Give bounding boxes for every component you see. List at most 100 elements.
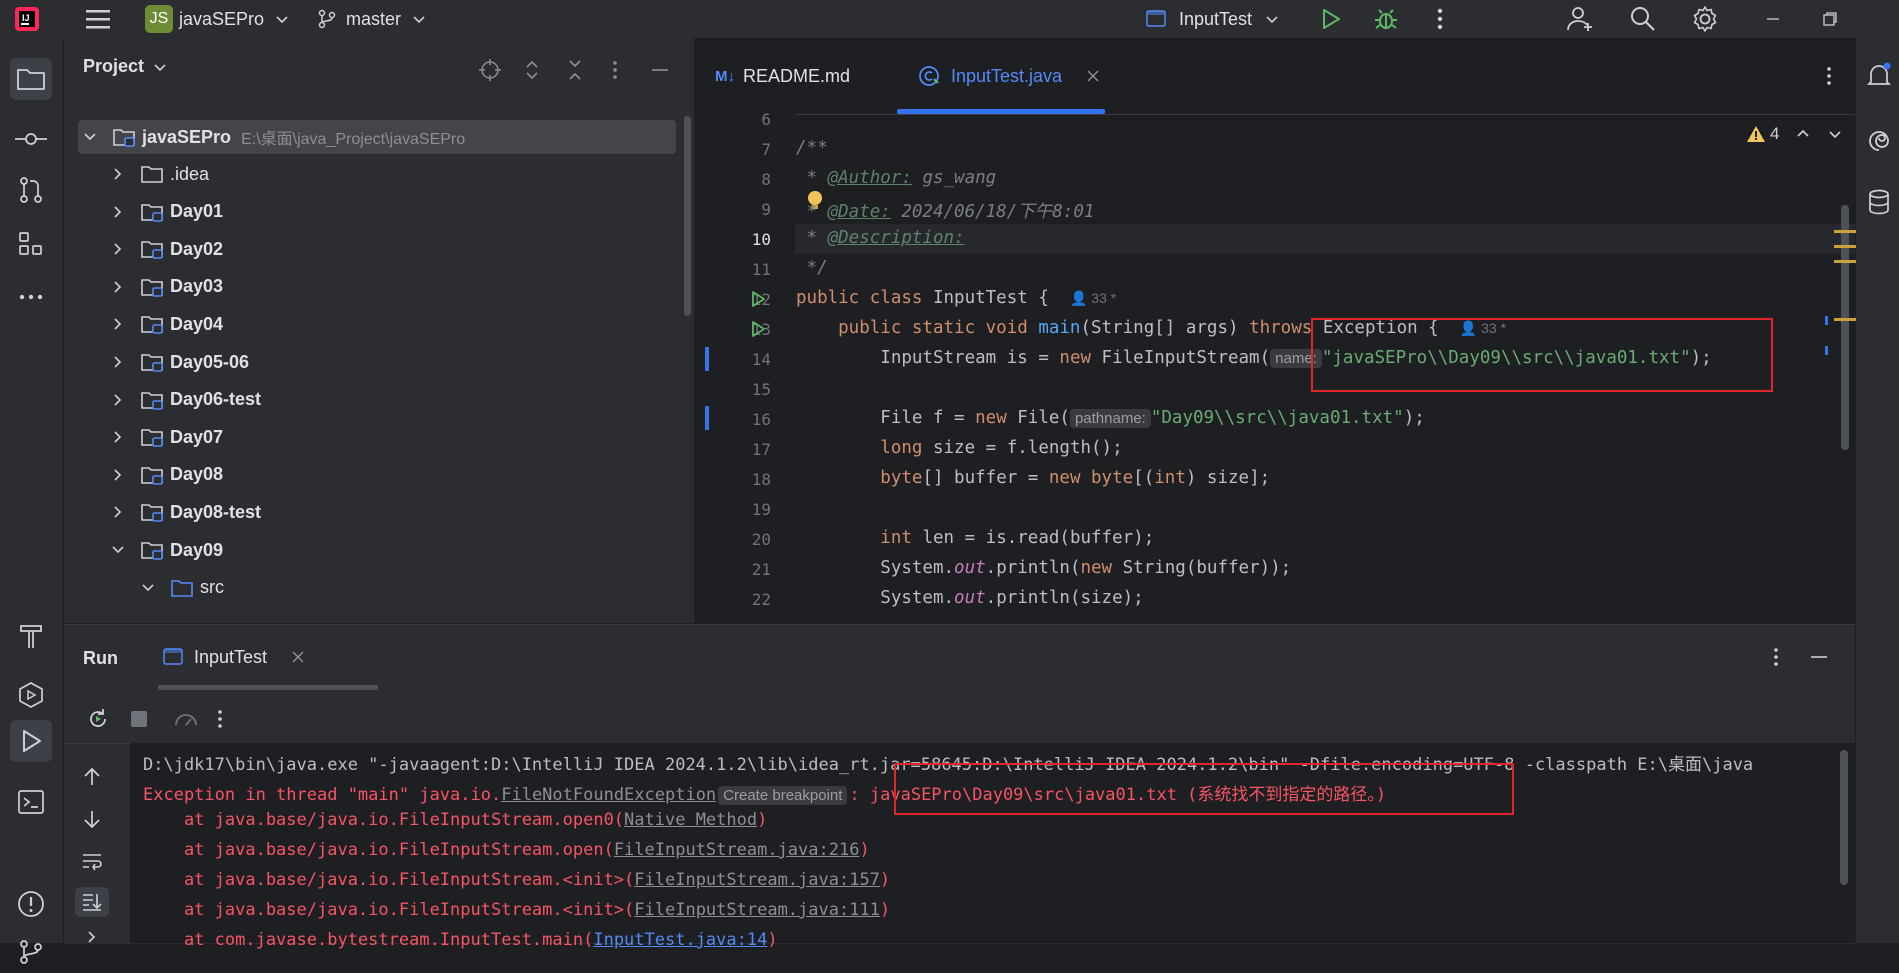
project-scrollbar[interactable]	[684, 116, 691, 316]
minimize-button[interactable]	[1765, 0, 1781, 38]
run-panel-hide-button[interactable]	[1809, 645, 1829, 669]
profiler-button[interactable]	[173, 707, 199, 731]
scroll-up-button[interactable]	[80, 765, 104, 789]
tree-item[interactable]: .idea	[110, 157, 209, 191]
console-scrollbar[interactable]	[1840, 750, 1848, 885]
tree-item[interactable]: src	[140, 571, 224, 605]
commit-tool-button[interactable]	[10, 118, 52, 160]
terminal-tool-button[interactable]	[10, 781, 52, 823]
code-line-9[interactable]: * @Date: 2024/06/18/下午8:01	[796, 198, 1095, 223]
create-breakpoint-hint[interactable]: Create breakpoint	[718, 786, 848, 805]
close-icon[interactable]	[1086, 69, 1100, 83]
search-button[interactable]	[1629, 0, 1657, 38]
project-switcher[interactable]: JS javaSEPro	[145, 0, 290, 38]
close-icon[interactable]	[291, 650, 305, 664]
scroll-down-button[interactable]	[80, 807, 104, 831]
tree-item[interactable]: Day07	[110, 420, 223, 454]
code-line-10[interactable]: * @Description:	[796, 228, 965, 248]
commit-icon	[15, 133, 47, 145]
notifications-button[interactable]	[1866, 62, 1892, 90]
tab-readme[interactable]: M↓ README.md	[715, 38, 850, 114]
java-class-run-icon	[919, 66, 939, 86]
module-folder-icon	[113, 129, 135, 147]
project-tool-button[interactable]	[10, 58, 52, 100]
run-toolbar-more-button[interactable]	[214, 707, 226, 731]
build-tool-button[interactable]	[10, 615, 52, 657]
ai-assistant-button[interactable]	[1866, 128, 1892, 154]
services-tool-button[interactable]	[10, 674, 52, 716]
scroll-to-end-button[interactable]	[75, 887, 109, 917]
debug-button[interactable]	[1372, 0, 1400, 38]
stacktrace-link[interactable]: FileInputStream.java:111	[634, 900, 880, 920]
stacktrace-link[interactable]: InputTest.java:14	[593, 930, 767, 950]
code-line-8[interactable]: * @Author: gs_wang	[796, 168, 997, 188]
run-icon	[752, 291, 765, 307]
run-tab-inputtest[interactable]: InputTest	[162, 640, 305, 674]
tree-item[interactable]: Day09	[110, 533, 223, 567]
chevron-up-icon[interactable]	[1795, 126, 1811, 142]
editor-scrollbar[interactable]	[1841, 205, 1849, 450]
expand-more-button[interactable]	[84, 931, 100, 943]
project-options-button[interactable]	[609, 58, 621, 82]
code-line-12[interactable]: public class InputTest { 👤 33 *	[796, 288, 1116, 308]
app-logo-icon[interactable]: IJ	[14, 0, 40, 38]
settings-button[interactable]	[1690, 0, 1720, 38]
stop-button[interactable]	[129, 709, 149, 729]
tree-item[interactable]: Day01	[110, 195, 223, 229]
code-line-21[interactable]: System.out.println(new String(buffer));	[796, 558, 1291, 578]
code-line-18[interactable]: byte[] buffer = new byte[(int) size];	[796, 468, 1270, 488]
inspection-widget[interactable]: 4	[1746, 124, 1843, 144]
soft-wrap-button[interactable]	[80, 849, 104, 873]
code-line-16[interactable]: File f = new File(pathname: "Day09\\src\\…	[796, 408, 1425, 428]
run-main-gutter-button[interactable]	[748, 319, 768, 339]
run-class-gutter-button[interactable]	[748, 289, 768, 309]
code-line-22[interactable]: System.out.println(size);	[796, 588, 1143, 608]
structure-tool-button[interactable]	[10, 223, 52, 265]
tree-item[interactable]: Day04	[110, 307, 223, 341]
editor-options-button[interactable]	[1823, 64, 1835, 88]
add-user-button[interactable]	[1565, 0, 1595, 38]
chevron-down-icon[interactable]	[1827, 126, 1843, 142]
tab-inputtest[interactable]: InputTest.java	[917, 38, 1100, 114]
stacktrace-link[interactable]: FileInputStream.java:216	[614, 840, 860, 860]
main-menu-icon[interactable]	[84, 0, 112, 38]
pull-requests-tool-button[interactable]	[10, 169, 52, 211]
expand-all-button[interactable]	[522, 58, 542, 82]
database-button[interactable]	[1866, 188, 1892, 216]
run-tool-button[interactable]	[10, 720, 52, 762]
tree-item[interactable]: Day06-test	[110, 383, 261, 417]
usages-hint[interactable]: 👤 33 *	[1070, 290, 1116, 306]
hide-panel-button[interactable]	[650, 58, 670, 82]
tree-root[interactable]: javaSEPro E:\桌面\java_Project\javaSEPro	[82, 120, 465, 154]
rerun-button[interactable]	[86, 707, 110, 731]
tree-item[interactable]: Day08	[110, 458, 223, 492]
run-button[interactable]	[1317, 0, 1343, 38]
code-line-11[interactable]: */	[796, 258, 828, 278]
code-line-20[interactable]: int len = is.read(buffer);	[796, 528, 1154, 548]
tree-item[interactable]: Day02	[110, 232, 223, 266]
more-tools-button[interactable]	[10, 276, 52, 318]
folder-icon	[141, 166, 163, 183]
minimize-icon	[652, 69, 668, 71]
branch-switcher[interactable]: master	[316, 0, 427, 38]
locate-file-button[interactable]	[478, 58, 502, 82]
highlight-box-code	[1311, 318, 1773, 392]
line-number: 21	[751, 560, 771, 579]
run-config-selector[interactable]: InputTest	[1145, 0, 1280, 38]
run-panel-options-button[interactable]	[1770, 645, 1782, 669]
stacktrace-link[interactable]: Native Method	[624, 810, 757, 830]
stacktrace-link[interactable]: FileInputStream.java:157	[634, 870, 880, 890]
code-line-17[interactable]: long size = f.length();	[796, 438, 1122, 458]
tree-item[interactable]: Day08-test	[110, 495, 261, 529]
collapse-all-button[interactable]	[565, 58, 585, 82]
restore-button[interactable]	[1822, 0, 1838, 38]
more-actions-button[interactable]	[1432, 0, 1448, 38]
tree-item[interactable]: Day03	[110, 270, 223, 304]
version-control-tool-button[interactable]	[10, 931, 52, 973]
more-vertical-icon	[1774, 648, 1778, 666]
exception-link[interactable]: FileNotFoundException	[501, 785, 716, 805]
tree-item[interactable]: Day05-06	[110, 345, 249, 379]
project-panel-header[interactable]: Project	[83, 56, 168, 77]
problems-tool-button[interactable]	[10, 883, 52, 925]
code-line-7[interactable]: /**	[796, 138, 828, 158]
